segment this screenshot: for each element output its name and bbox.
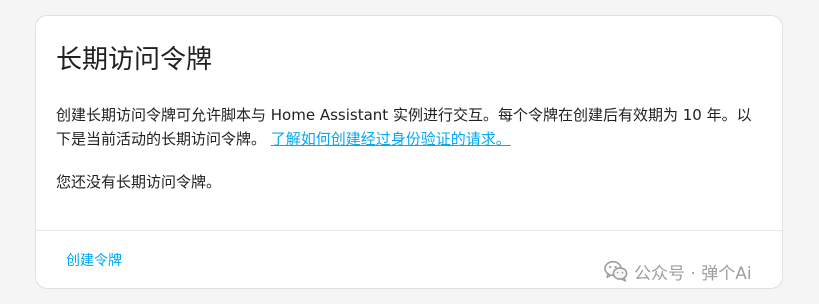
learn-auth-requests-link[interactable]: 了解如何创建经过身份验证的请求。 — [271, 130, 511, 148]
watermark-text: 公众号 · 弹个Ai — [634, 263, 752, 284]
watermark: 公众号 · 弹个Ai — [604, 256, 752, 286]
no-tokens-message: 您还没有长期访问令牌。 — [56, 173, 222, 191]
card-title: 长期访问令牌 — [56, 45, 213, 75]
long-lived-tokens-card: 长期访问令牌 创建长期访问令牌可允许脚本与 Home Assistant 实例进… — [35, 15, 783, 289]
card-description: 创建长期访问令牌可允许脚本与 Home Assistant 实例进行交互。每个令… — [56, 103, 756, 151]
wechat-icon — [604, 260, 628, 282]
create-token-button[interactable]: 创建令牌 — [54, 247, 134, 275]
card-content: 创建长期访问令牌可允许脚本与 Home Assistant 实例进行交互。每个令… — [56, 103, 756, 191]
